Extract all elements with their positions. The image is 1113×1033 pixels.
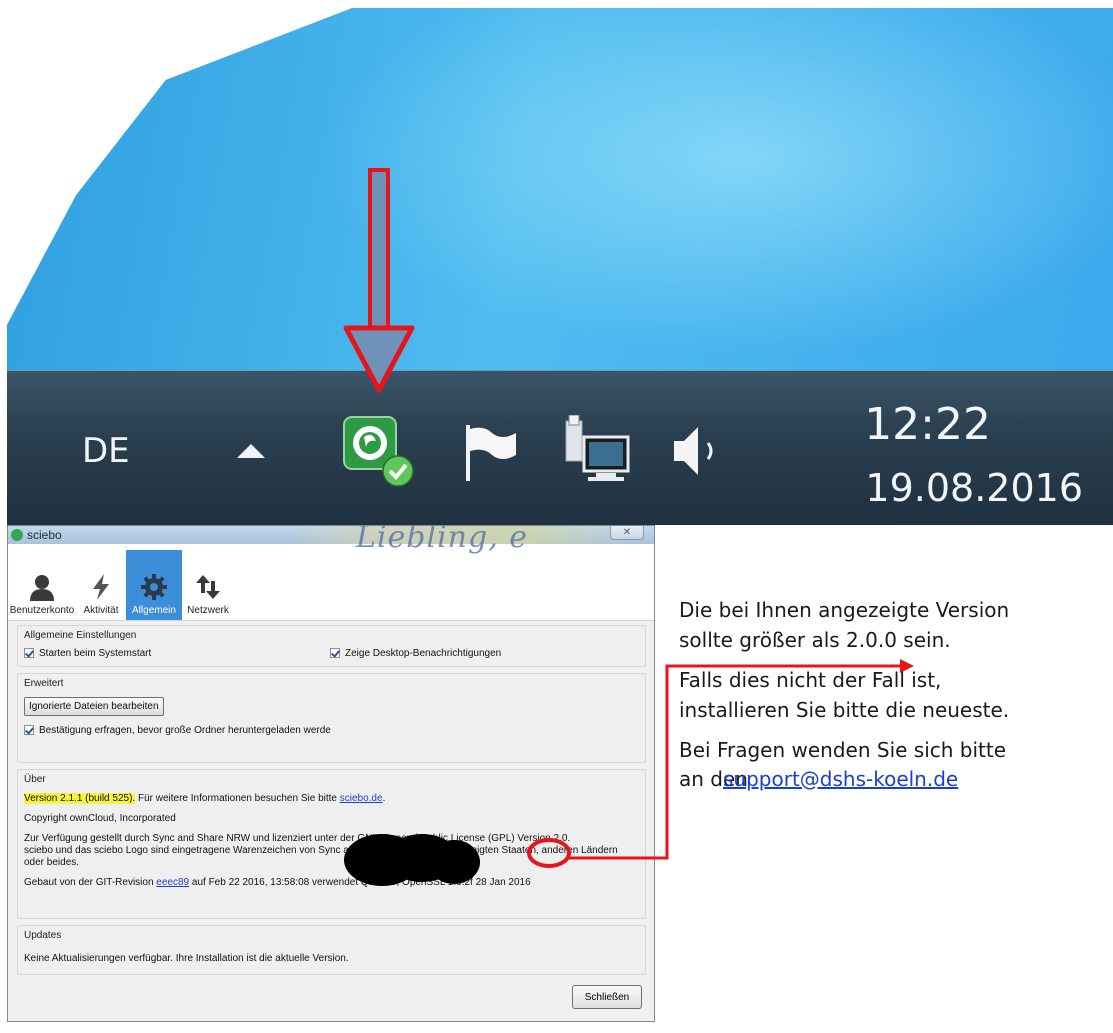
startup-checkbox-row[interactable]: Starten beim Systemstart	[24, 645, 330, 661]
title-bar[interactable]: Liebling, e sciebo ✕	[8, 526, 654, 555]
desktop-screenshot: DE 12:22 19.08.2016	[7, 8, 1113, 525]
confirm-large-folders-row[interactable]: Bestätigung erfragen, bevor große Ordner…	[24, 722, 639, 738]
show-hidden-icons-icon[interactable]	[237, 444, 265, 458]
settings-content: Allgemeine Einstellungen Starten beim Sy…	[8, 621, 654, 975]
tab-aktivitaet[interactable]: Aktivität	[76, 550, 126, 620]
sciebo-settings-dialog: Liebling, e sciebo ✕ Benutzerkonto Aktiv…	[7, 525, 655, 1022]
startup-label: Starten beim Systemstart	[39, 647, 152, 659]
group-heading: Über	[24, 774, 46, 785]
confirm-large-folders-checkbox[interactable]	[24, 725, 34, 735]
sciebo-icon[interactable]	[342, 415, 418, 491]
git-revision-link[interactable]: eeec89	[156, 877, 189, 888]
notifications-checkbox-row[interactable]: Zeige Desktop-Benachrichtigungen	[330, 645, 501, 661]
note-line-1: Die bei Ihnen angezeigte Version	[679, 598, 1010, 622]
network-arrows-icon	[196, 575, 220, 599]
clock-date[interactable]: 19.08.2016	[865, 466, 1083, 510]
gear-icon	[141, 574, 167, 600]
license-line-3: oder beides.	[24, 857, 80, 868]
copyright-text: Copyright ownCloud, Incorporated	[24, 813, 176, 824]
user-icon	[30, 575, 54, 601]
support-email-link[interactable]: support@dshs-koeln.de	[723, 767, 958, 791]
updates-group: Updates Keine Aktualisierungen verfügbar…	[17, 925, 646, 975]
update-status-text: Keine Aktualisierungen verfügbar. Ihre I…	[24, 953, 349, 964]
general-settings-group: Allgemeine Einstellungen Starten beim Sy…	[17, 625, 646, 667]
about-group: Über Version 2.1.1 (build 525). Für weit…	[17, 769, 646, 919]
version-text: Version 2.1.1 (build 525).	[24, 793, 136, 804]
license-line-1: Zur Verfügung gestellt durch Sync and Sh…	[24, 833, 571, 844]
settings-toolbar: Benutzerkonto Aktivität Allgemein Netzwe…	[8, 544, 654, 621]
version-info-text: Für weitere Informationen besuchen Sie b…	[135, 793, 340, 804]
red-arrow-annotation	[343, 168, 415, 393]
tab-netzwerk[interactable]: Netzwerk	[182, 550, 234, 620]
window-close-button[interactable]: ✕	[610, 526, 644, 540]
edit-ignored-files-button[interactable]: Ignorierte Dateien bearbeiten	[24, 697, 164, 716]
group-heading: Allgemeine Einstellungen	[24, 630, 137, 641]
redaction-blot	[344, 834, 480, 886]
tab-label: Netzwerk	[187, 605, 229, 616]
version-line-suffix: .	[382, 793, 386, 804]
tab-label: Benutzerkonto	[9, 605, 75, 616]
speaker-icon[interactable]	[672, 423, 722, 479]
confirm-large-folders-label: Bestätigung erfragen, bevor große Ordner…	[39, 724, 331, 736]
build-info: Gebaut von der GIT-Revision eeec89 auf F…	[24, 877, 639, 889]
note-line-3: Falls dies nicht der Fall ist,	[679, 668, 942, 692]
network-icon[interactable]	[562, 415, 632, 487]
license-text: Zur Verfügung gestellt durch Sync and Sh…	[24, 833, 639, 869]
sciebo-logo-icon	[11, 529, 23, 541]
startup-checkbox[interactable]	[24, 648, 34, 658]
note-line-4: installieren Sie bitte die neueste.	[679, 698, 1010, 722]
group-heading: Updates	[24, 930, 62, 941]
window-title: sciebo	[27, 528, 62, 542]
tab-label: Aktivität	[83, 605, 119, 616]
taskbar: DE 12:22 19.08.2016	[7, 370, 1113, 525]
background-window-text: Liebling, e	[356, 525, 529, 555]
tab-label: Allgemein	[132, 605, 176, 616]
action-center-flag-icon[interactable]	[462, 421, 524, 483]
note-line-2: sollte größer als 2.0.0 sein.	[679, 628, 951, 652]
license-line-2: sciebo und das sciebo Logo sind eingetra…	[24, 845, 618, 856]
tab-allgemein[interactable]: Allgemein	[126, 550, 182, 620]
build-prefix: Gebaut von der GIT-Revision	[24, 877, 157, 888]
clock-time[interactable]: 12:22	[864, 399, 991, 450]
notifications-label: Zeige Desktop-Benachrichtigungen	[345, 647, 502, 659]
lightning-icon	[93, 574, 109, 600]
version-line: Version 2.1.1 (build 525). Für weitere I…	[24, 793, 639, 805]
notifications-checkbox[interactable]	[330, 648, 340, 658]
tab-benutzerkonto[interactable]: Benutzerkonto	[8, 550, 76, 620]
sciebo-website-link[interactable]: sciebo.de	[340, 793, 383, 804]
advanced-settings-group: Erweitert Ignorierte Dateien bearbeiten …	[17, 673, 646, 763]
language-indicator[interactable]: DE	[82, 431, 130, 471]
close-button[interactable]: Schließen	[572, 985, 642, 1009]
note-line-5: Bei Fragen wenden Sie sich bitte	[679, 738, 1007, 762]
group-heading: Erweitert	[24, 678, 64, 689]
